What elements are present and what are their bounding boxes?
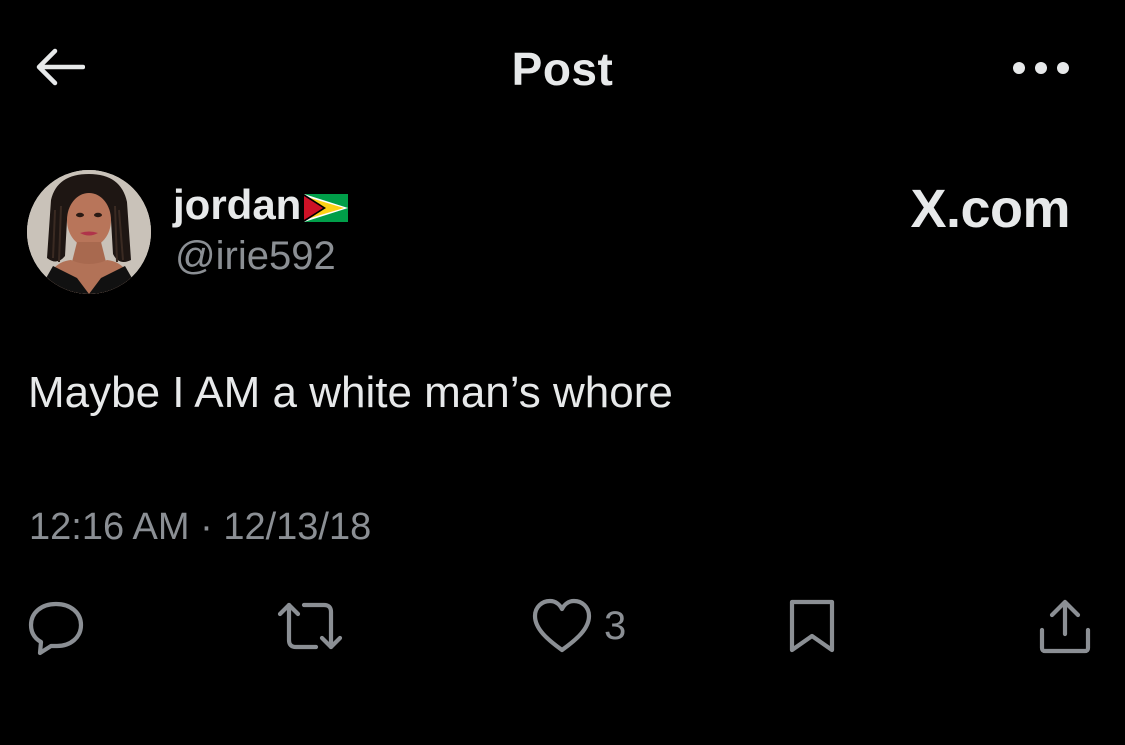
bookmark-button[interactable] — [786, 594, 838, 658]
page-title: Post — [511, 43, 614, 95]
bookmark-icon — [789, 599, 835, 653]
display-name-row[interactable]: jordan — [173, 180, 349, 230]
x-com-watermark: X.com — [910, 179, 1070, 239]
share-button[interactable] — [1036, 594, 1094, 658]
guyana-flag-icon — [304, 194, 349, 222]
reply-button[interactable] — [26, 594, 86, 658]
more-horizontal-icon — [1013, 62, 1069, 74]
share-icon — [1039, 599, 1091, 654]
more-options-button[interactable] — [1005, 48, 1077, 88]
repost-icon — [277, 602, 343, 650]
post-text: Maybe I AM a white man’s whore — [28, 368, 673, 417]
post-timestamp[interactable]: 12:16 AM · 12/13/18 — [29, 506, 371, 549]
like-button[interactable]: 3 — [530, 594, 626, 658]
avatar[interactable] — [27, 170, 151, 294]
repost-button[interactable] — [276, 594, 344, 658]
like-count: 3 — [604, 603, 627, 648]
reply-icon — [28, 601, 84, 656]
display-name: jordan — [173, 181, 302, 228]
profile-photo — [27, 170, 151, 294]
heart-icon — [532, 598, 592, 653]
user-handle[interactable]: @irie592 — [175, 234, 336, 279]
